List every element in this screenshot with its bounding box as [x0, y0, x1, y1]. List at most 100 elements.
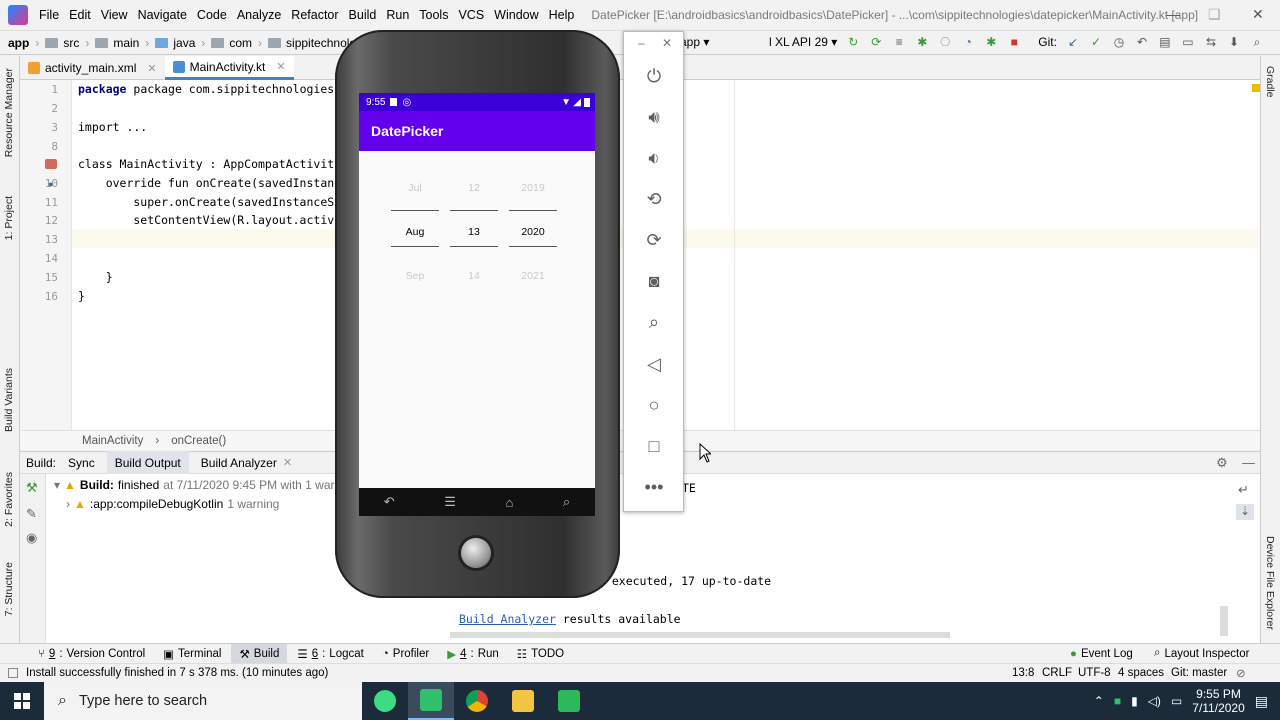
volume-down-icon[interactable]: 🔉︎: [642, 146, 666, 170]
apply-code-changes-icon[interactable]: ⟳: [869, 35, 883, 49]
device-select[interactable]: l XL API 29 ▾: [769, 35, 837, 49]
network-icon[interactable]: ▭: [1171, 694, 1182, 708]
tool-layout-inspector[interactable]: ⌕ Layout Inspector: [1146, 644, 1257, 664]
minimize-emulator-icon[interactable]: –: [638, 36, 645, 50]
menu-vcs[interactable]: VCS: [453, 8, 489, 22]
menu-view[interactable]: View: [96, 8, 133, 22]
overview-icon[interactable]: □: [642, 434, 666, 458]
microphone-icon[interactable]: ▮: [1131, 694, 1138, 708]
attach-icon[interactable]: ✱: [984, 35, 998, 49]
crumb-com[interactable]: com: [207, 36, 256, 50]
close-tab-icon[interactable]: ✕: [147, 62, 156, 75]
close-tab-icon[interactable]: ✕: [283, 456, 292, 469]
taskbar-file-explorer[interactable]: [500, 682, 546, 720]
tab-mainactivity-kt[interactable]: MainActivity.kt ✕: [164, 56, 294, 80]
pin-icon[interactable]: ✎: [26, 506, 37, 522]
soft-wrap-icon[interactable]: ↵: [1238, 482, 1249, 498]
taskbar-android-studio[interactable]: [362, 682, 408, 720]
tab-sync[interactable]: Sync: [60, 451, 103, 474]
sync-gradle-icon[interactable]: ⇆: [1204, 35, 1218, 49]
project-structure-icon[interactable]: ▤: [1158, 35, 1172, 49]
rollback-icon[interactable]: ↶: [1135, 35, 1149, 49]
menu-analyze[interactable]: Analyze: [232, 8, 286, 22]
attach-debugger-icon[interactable]: ◔: [961, 35, 975, 49]
favorites-tab[interactable]: 2: Favorites: [3, 472, 15, 527]
taskbar-search-box[interactable]: ⌕ Type here to search: [44, 682, 362, 720]
crumb-app[interactable]: app: [0, 36, 33, 50]
emulator-screen[interactable]: 9:55 ◎ ▼ ◢ DatePicker Jul 12 2019 Aug 13…: [359, 93, 595, 488]
more-icon[interactable]: •••: [642, 475, 666, 499]
volume-icon[interactable]: ◁): [1148, 694, 1161, 708]
menu-file[interactable]: File: [34, 8, 64, 22]
crumb-src[interactable]: src: [41, 36, 83, 50]
menu-refactor[interactable]: Refactor: [286, 8, 343, 22]
search-icon[interactable]: ⌕: [1250, 35, 1264, 49]
windows-start-icon[interactable]: [0, 682, 44, 720]
tab-activity-main-xml[interactable]: activity_main.xml ✕: [20, 56, 165, 80]
history-icon[interactable]: ◷: [1112, 35, 1126, 49]
tab-build-output[interactable]: Build Output: [106, 451, 189, 474]
crumb-main[interactable]: main: [91, 36, 143, 50]
indent-setting[interactable]: 4 spaces: [1118, 667, 1164, 679]
menu-code[interactable]: Code: [192, 8, 232, 22]
git-commit-icon[interactable]: ✓: [1089, 35, 1103, 49]
tool-terminal[interactable]: ▣ Terminal: [155, 644, 229, 664]
menu-window[interactable]: Window: [489, 8, 543, 22]
scroll-to-end-icon[interactable]: ⇣: [1236, 504, 1254, 520]
run-gutter-icon[interactable]: [45, 159, 57, 169]
git-update-icon[interactable]: ↙: [1066, 35, 1080, 49]
picker-day-selected[interactable]: 13: [450, 226, 498, 238]
build-tree-row[interactable]: › ▲ :app:compileDebugKotlin 1 warning: [66, 497, 279, 511]
apply-changes-icon[interactable]: ↻: [846, 35, 860, 49]
menu-tools[interactable]: Tools: [414, 8, 453, 22]
menu-key-icon[interactable]: ☰: [444, 494, 456, 510]
notifications-icon[interactable]: ▤: [1255, 693, 1268, 710]
eye-icon[interactable]: ◉: [26, 530, 37, 546]
warning-marker-icon[interactable]: [1252, 84, 1260, 92]
build-analyzer-link[interactable]: Build Analyzer: [459, 612, 556, 626]
caret-position[interactable]: 13:8: [1012, 667, 1034, 679]
menu-edit[interactable]: Edit: [64, 8, 96, 22]
menu-help[interactable]: Help: [544, 8, 580, 22]
taskbar-active-app[interactable]: [408, 682, 454, 720]
picker-month-prev[interactable]: Jul: [391, 182, 439, 194]
camera-icon[interactable]: ◙: [642, 269, 666, 293]
breadcrumb-class[interactable]: MainActivity: [82, 435, 143, 447]
home-key-icon[interactable]: ⌂: [505, 495, 513, 510]
picker-year-prev[interactable]: 2019: [509, 182, 557, 194]
home-icon[interactable]: ○: [642, 393, 666, 417]
power-icon[interactable]: ⏻: [642, 64, 666, 88]
run-config-select[interactable]: app ▾: [680, 35, 760, 49]
menu-build[interactable]: Build: [344, 8, 382, 22]
stop-icon[interactable]: ■: [1007, 35, 1021, 49]
picker-month-selected[interactable]: Aug: [391, 226, 439, 238]
taskbar-camtasia[interactable]: [546, 682, 592, 720]
avd-manager-icon[interactable]: ▭: [1181, 35, 1195, 49]
resource-manager-tab[interactable]: Resource Manager: [3, 68, 15, 157]
sdk-manager-icon[interactable]: ⬇: [1227, 35, 1241, 49]
structure-tab[interactable]: 7: Structure: [3, 562, 15, 616]
debug-icon[interactable]: ✱: [915, 35, 929, 49]
picker-day-prev[interactable]: 12: [450, 182, 498, 194]
override-gutter-icon[interactable]: ●: [48, 179, 53, 189]
close-icon[interactable]: ✕: [1252, 6, 1264, 23]
search-key-icon[interactable]: ⌕: [563, 494, 570, 510]
tool-todo[interactable]: ☷ TODO: [509, 644, 572, 664]
phone-trackball-button[interactable]: [461, 538, 491, 568]
zoom-icon[interactable]: ⌕: [642, 310, 666, 334]
build-variants-tab[interactable]: Build Variants: [3, 368, 15, 432]
horizontal-scrollbar[interactable]: [450, 632, 950, 638]
back-icon[interactable]: ◁: [642, 352, 666, 376]
crumb-java[interactable]: java: [151, 36, 199, 50]
picker-year-next[interactable]: 2021: [509, 270, 557, 282]
tab-build-analyzer[interactable]: Build Analyzer ✕: [193, 451, 300, 474]
breadcrumb-method[interactable]: onCreate(): [171, 435, 226, 447]
git-branch[interactable]: Git: master: [1171, 667, 1227, 679]
build-tree-row[interactable]: ▾ ▲ Build: finished at 7/11/2020 9:45 PM…: [54, 478, 357, 492]
taskbar-clock[interactable]: 9:55 PM 7/11/2020: [1192, 687, 1245, 715]
toggle-tool-windows-icon[interactable]: [8, 668, 18, 678]
tool-event-log[interactable]: ● Event Log: [1062, 644, 1141, 664]
file-encoding[interactable]: UTF-8: [1078, 667, 1111, 679]
minimize-icon[interactable]: —: [1166, 6, 1180, 22]
profile-icon[interactable]: ⎔: [938, 35, 952, 49]
